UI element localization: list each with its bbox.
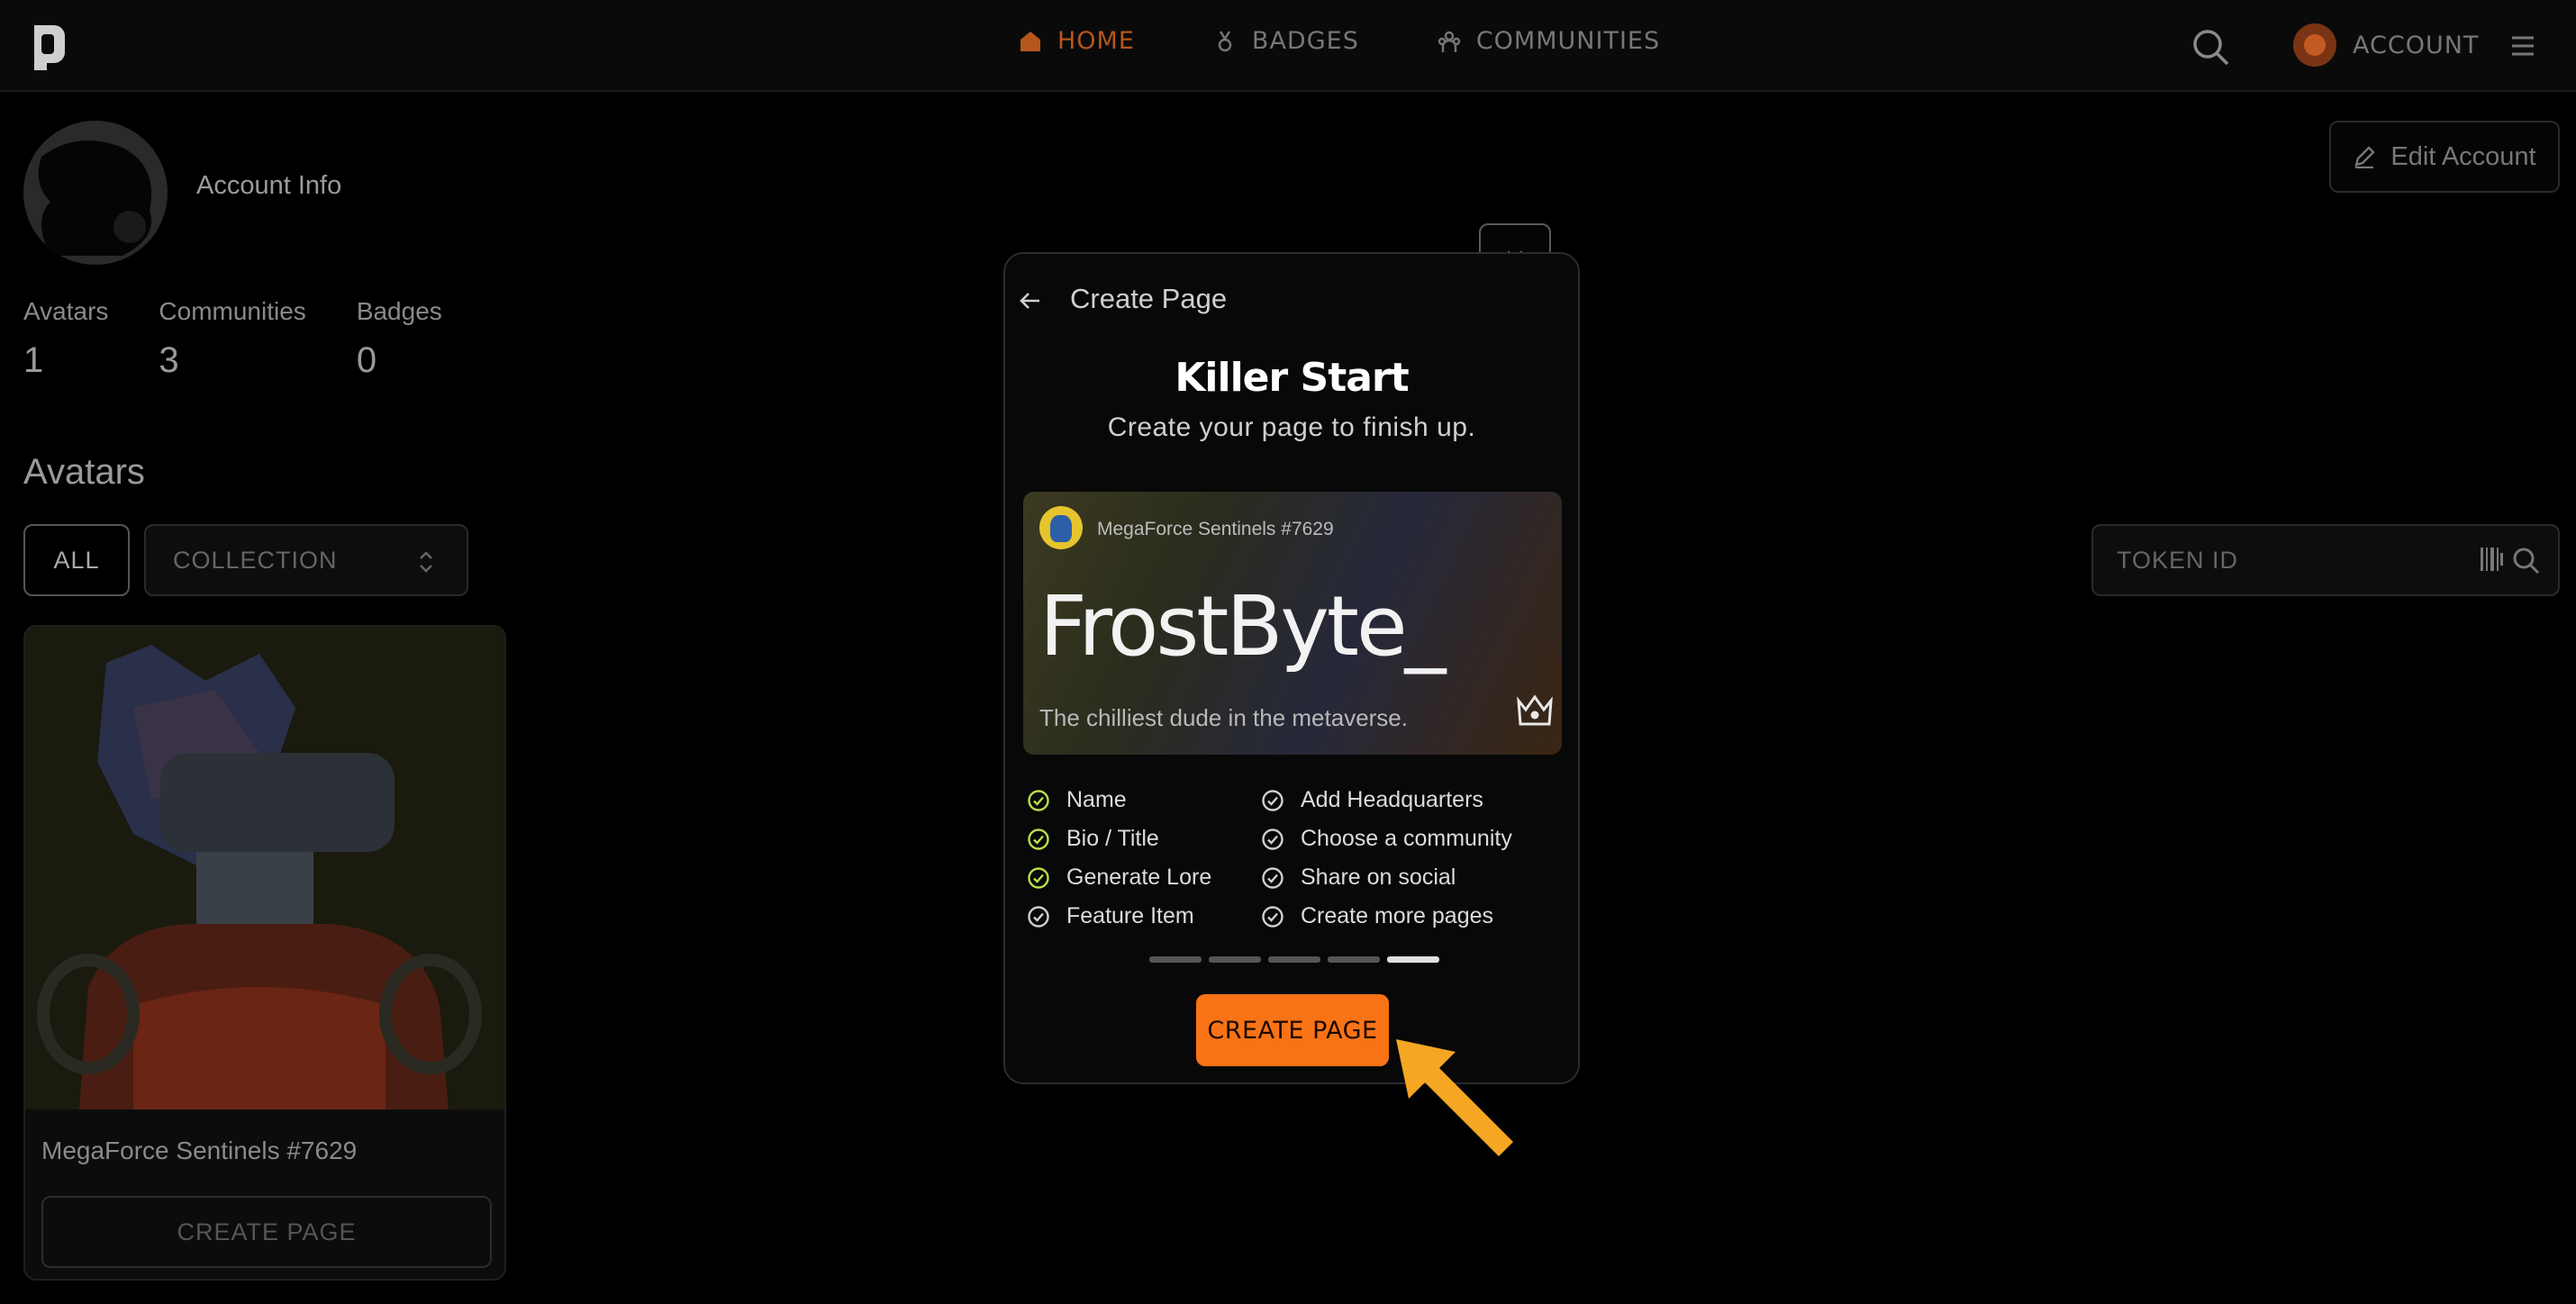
checklist-item-label: Feature Item [1066, 903, 1194, 928]
checklist-item: Share on social [1261, 865, 1531, 891]
progress-step [1149, 956, 1202, 963]
collection-select-label: COLLECTION [173, 546, 338, 574]
checklist-item-label: Add Headquarters [1301, 787, 1483, 812]
search-icon[interactable] [2511, 546, 2540, 575]
crown-icon [1517, 694, 1553, 726]
preview-bio: The chilliest dude in the metaverse. [1039, 704, 1408, 731]
progress-step [1268, 956, 1320, 963]
nav-communities-label: COMMUNITIES [1475, 27, 1661, 55]
stat-badges: Badges 0 [357, 297, 442, 381]
stat-label: Avatars [23, 297, 109, 325]
create-page-button[interactable]: CREATE PAGE [1196, 994, 1389, 1066]
chevron-updown-icon [420, 551, 432, 573]
avatar-card-create-page-button[interactable]: CREATE PAGE [41, 1196, 492, 1268]
check-circle-icon [1028, 828, 1049, 850]
preview-name: FrostByte_ [1039, 578, 1447, 675]
filter-all-button[interactable]: ALL [23, 524, 130, 596]
hamburger-menu-icon[interactable] [2509, 32, 2536, 59]
nav-communities[interactable]: COMMUNITIES [1437, 27, 1660, 55]
checklist-item: Add Headquarters [1261, 787, 1531, 813]
account-info-title: Account Info [196, 171, 342, 200]
profile-avatar-art [23, 121, 168, 265]
check-circle-icon [1028, 866, 1049, 889]
checklist-item-label: Name [1066, 787, 1127, 812]
check-circle-icon [1262, 866, 1283, 889]
edit-account-label: Edit Account [2390, 141, 2536, 171]
modal-subheading: Create your page to finish up. [1107, 412, 1476, 442]
account-menu[interactable]: ACCOUNT [2293, 23, 2479, 67]
checklist-item: Choose a community [1261, 826, 1531, 852]
avatars-section-title: Avatars [23, 452, 145, 492]
profile-avatar [23, 121, 168, 265]
pencil-icon [2354, 146, 2376, 168]
main-nav: HOME BADGES COMMUNITIES [1018, 27, 1660, 55]
check-circle-icon [1028, 789, 1049, 811]
account-avatar [2293, 23, 2336, 67]
checklist-item-label: Bio / Title [1066, 826, 1159, 851]
page-preview-card: MegaForce Sentinels #7629 FrostByte_ The… [1023, 492, 1562, 755]
pointer-arrow-icon [1396, 1039, 1513, 1156]
modal-heading: Killer Start [1175, 355, 1409, 401]
create-page-modal: Create Page Killer Start Create your pag… [1003, 252, 1580, 1084]
home-icon [1020, 31, 1040, 51]
check-circle-icon [1262, 828, 1283, 850]
progress-step [1209, 956, 1261, 963]
checklist-item-label: Share on social [1301, 865, 1456, 890]
checklist: Name Add Headquarters Bio / Title Choose a … [1027, 787, 1567, 929]
avatar-card-name: MegaForce Sentinels #7629 [41, 1136, 358, 1164]
stat-value: 1 [23, 340, 44, 380]
checklist-item-label: Generate Lore [1066, 865, 1212, 890]
nav-home-label: HOME [1057, 27, 1135, 55]
search-icon[interactable] [2191, 27, 2230, 67]
checklist-item-label: Create more pages [1301, 903, 1494, 928]
avatar-card[interactable]: MegaForce Sentinels #7629 CREATE PAGE [23, 625, 506, 1281]
progress-step [1328, 956, 1380, 963]
preview-collection: MegaForce Sentinels #7629 [1097, 519, 1334, 539]
stat-label: Badges [356, 297, 442, 325]
stat-communities: Communities 3 [159, 297, 305, 381]
check-circle-icon [1262, 789, 1283, 811]
avatar-card-image [25, 627, 504, 1109]
checklist-item: Name [1027, 787, 1261, 813]
checklist-item: Bio / Title [1027, 826, 1261, 852]
communities-icon [1438, 31, 1461, 52]
top-navigation: HOME BADGES COMMUNITIES ACCOUNT [0, 0, 2576, 92]
checklist-item: Create more pages [1261, 903, 1531, 929]
logo-icon[interactable] [25, 20, 72, 72]
nav-badges-label: BADGES [1251, 27, 1359, 55]
barcode-scan-icon[interactable] [2479, 546, 2504, 573]
profile-stats: Avatars 1 Communities 3 Badges 0 [23, 297, 442, 381]
checklist-item: Feature Item [1027, 903, 1261, 929]
account-label: ACCOUNT [2353, 31, 2480, 59]
badge-icon [1218, 30, 1232, 51]
edit-account-button[interactable]: Edit Account [2329, 121, 2560, 193]
checklist-item: Generate Lore [1027, 865, 1261, 891]
progress-step [1387, 956, 1439, 963]
collection-select[interactable]: COLLECTION [144, 524, 468, 596]
stat-avatars: Avatars 1 [23, 297, 108, 381]
nav-badges[interactable]: BADGES [1212, 27, 1359, 55]
modal-title: Create Page [1070, 283, 1228, 314]
stat-value: 3 [159, 340, 179, 380]
step-progress [1149, 956, 1439, 963]
back-arrow-icon[interactable] [1016, 286, 1045, 315]
preview-avatar [1039, 506, 1083, 549]
stat-label: Communities [159, 297, 306, 325]
check-circle-icon [1262, 905, 1283, 928]
stat-value: 0 [356, 340, 377, 380]
checklist-item-label: Choose a community [1301, 826, 1512, 851]
nav-home[interactable]: HOME [1018, 27, 1135, 55]
check-circle-icon [1028, 905, 1049, 928]
